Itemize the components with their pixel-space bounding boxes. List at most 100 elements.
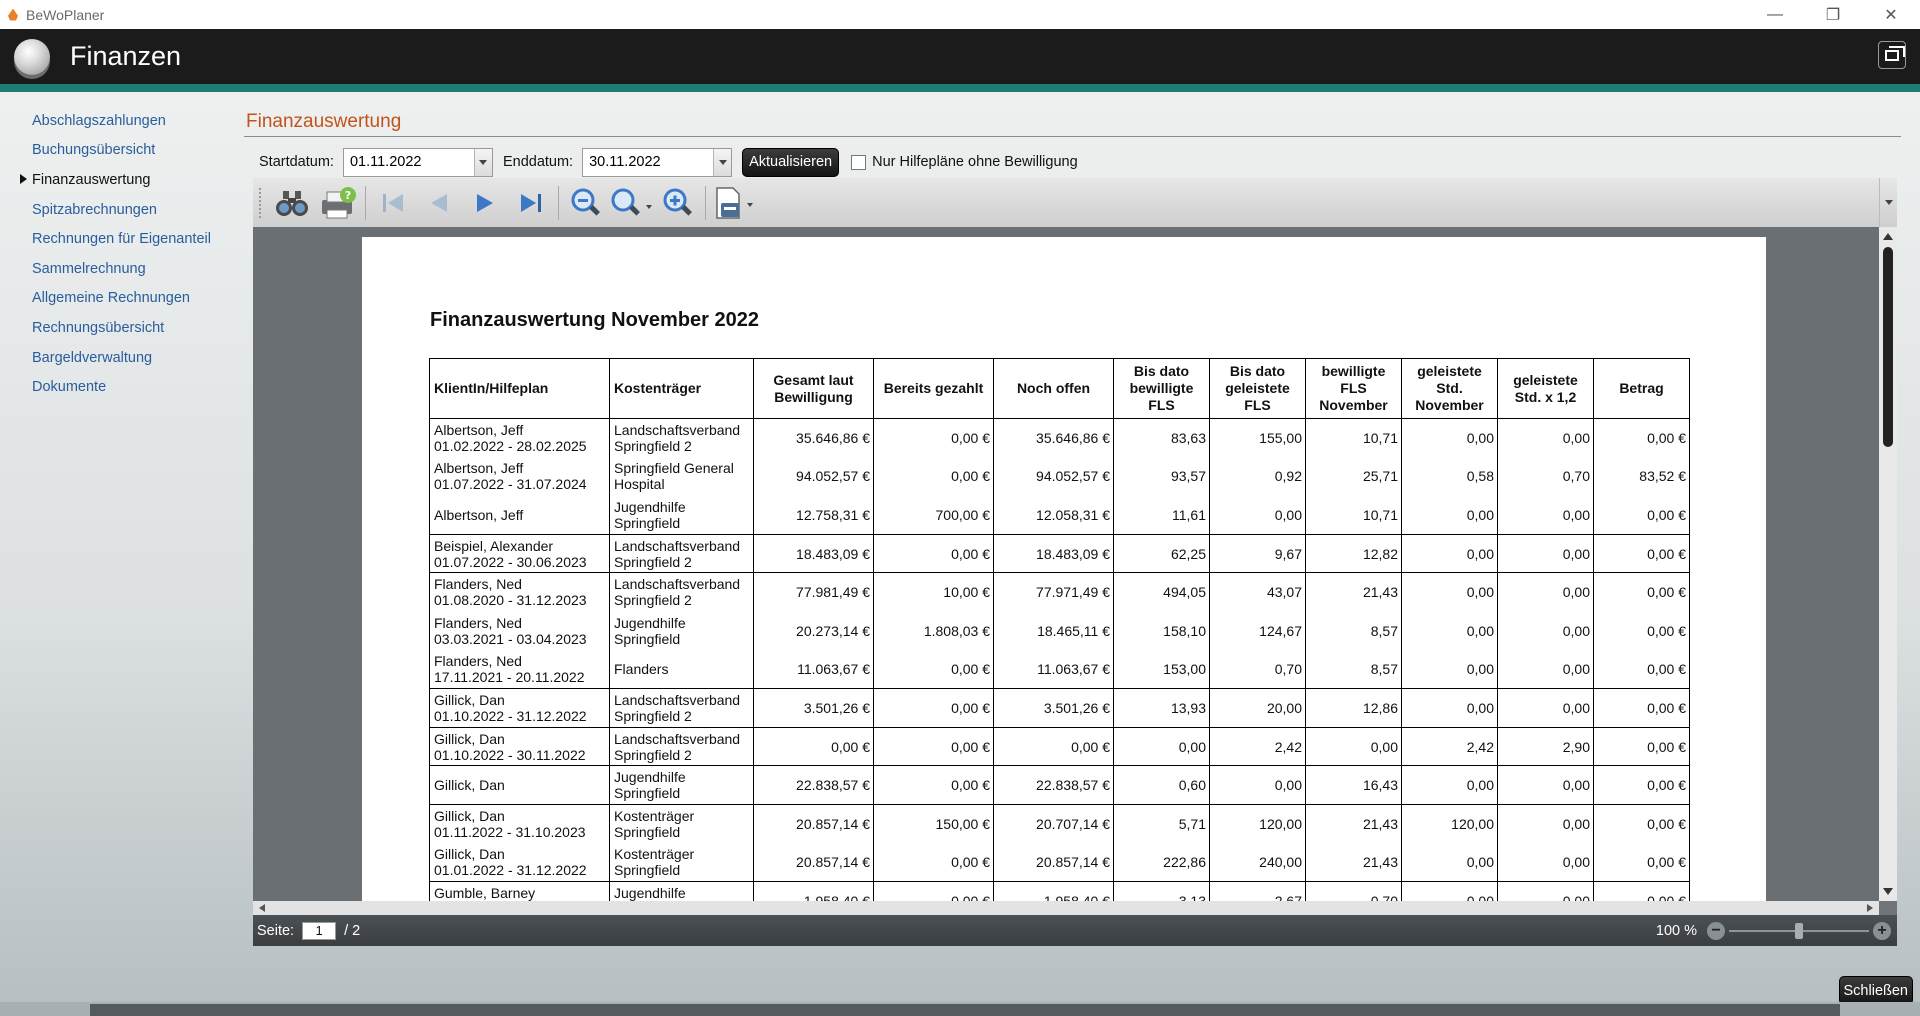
- window-restore-button[interactable]: [1878, 41, 1906, 69]
- table-row: Beispiel, Alexander 01.07.2022 - 30.06.20…: [429, 533, 1690, 573]
- client-cell: Flanders, Ned 03.03.2021 - 03.04.2023: [429, 611, 610, 651]
- sidebar-item[interactable]: Dokumente: [0, 372, 240, 402]
- scroll-right-icon[interactable]: [1867, 904, 1873, 912]
- scroll-up-icon[interactable]: [1883, 233, 1893, 240]
- sidebar-item[interactable]: Rechnungen für Eigenanteil: [0, 224, 240, 254]
- export-button[interactable]: [710, 183, 756, 223]
- close-button[interactable]: Schließen: [1838, 976, 1913, 1005]
- zoom-out-button[interactable]: [563, 183, 609, 223]
- table-body: Albertson, Jeff 01.02.2022 - 28.02.2025 La…: [429, 418, 1690, 901]
- value-cell: 93,57: [1113, 457, 1210, 496]
- end-date-picker[interactable]: [582, 147, 733, 177]
- value-cell: 0,00: [1401, 765, 1498, 805]
- sidebar-item[interactable]: Sammelrechnung: [0, 254, 240, 284]
- table-row: Flanders, Ned 03.03.2021 - 03.04.2023 Juge…: [429, 611, 1690, 651]
- vertical-scroll-thumb[interactable]: [1883, 247, 1893, 447]
- zoom-menu-button[interactable]: [609, 183, 655, 223]
- toolbar-separator: [705, 185, 706, 220]
- binoculars-icon: [276, 190, 308, 216]
- maximize-button[interactable]: ❐: [1804, 0, 1862, 29]
- refresh-button[interactable]: Aktualisieren: [742, 147, 840, 177]
- value-cell: 21,43: [1305, 843, 1402, 882]
- payer-cell: Kostenträger Springfield: [609, 803, 754, 844]
- client-name: Gillick, Dan: [434, 691, 505, 708]
- close-window-button[interactable]: ✕: [1862, 0, 1920, 29]
- client-cell: Albertson, Jeff 01.02.2022 - 28.02.2025: [429, 418, 610, 458]
- print-button[interactable]: ?: [315, 183, 361, 223]
- first-page-button[interactable]: [370, 183, 416, 223]
- toolbar-separator: [558, 185, 559, 220]
- last-page-icon: [521, 193, 541, 212]
- value-cell: 20,00: [1209, 688, 1306, 728]
- value-cell: 0,00 €: [873, 843, 994, 882]
- without-approval-checkbox[interactable]: [851, 154, 867, 170]
- value-cell: 12.758,31 €: [753, 495, 874, 535]
- payer-line: Jugendhilfe: [614, 885, 686, 901]
- table-row: Gumble, Barney01.06.2022 - 30.06.2023Jug…: [429, 881, 1690, 901]
- column-header: Gesamt laut Bewilligung: [753, 358, 874, 419]
- sidebar-item-label: Bargeldverwaltung: [32, 349, 153, 366]
- scroll-left-icon[interactable]: [259, 904, 265, 912]
- sidebar-item[interactable]: Spitzabrechnungen: [0, 195, 240, 225]
- value-cell: 158,10: [1113, 611, 1210, 651]
- client-cell: Flanders, Ned 17.11.2021 - 20.11.2022: [429, 650, 610, 689]
- value-cell: 0,00: [1497, 418, 1594, 458]
- next-page-button[interactable]: [462, 183, 508, 223]
- window-titlebar: BeWoPlaner — ❐ ✕: [0, 0, 1920, 29]
- sidebar-item[interactable]: Finanzauswertung: [0, 165, 240, 195]
- value-cell: 62,25: [1113, 533, 1210, 573]
- zoom-level: 100 %: [1655, 922, 1697, 939]
- end-date-input[interactable]: [583, 148, 714, 176]
- zoom-slider[interactable]: [1729, 922, 1869, 940]
- value-cell: 9,67: [1209, 533, 1306, 573]
- minimize-button[interactable]: —: [1746, 0, 1804, 29]
- sidebar-item[interactable]: Buchungsübersicht: [0, 136, 240, 166]
- zoom-minus-button[interactable]: −: [1707, 921, 1725, 940]
- sidebar-item[interactable]: Bargeldverwaltung: [0, 343, 240, 373]
- start-date-label: Startdatum:: [259, 154, 334, 170]
- previous-page-button[interactable]: [416, 183, 462, 223]
- zoom-in-button[interactable]: [655, 183, 701, 223]
- sidebar-item[interactable]: Allgemeine Rechnungen: [0, 284, 240, 314]
- value-cell: 2,67: [1209, 881, 1306, 901]
- sidebar-item[interactable]: Abschlagszahlungen: [0, 106, 240, 136]
- scroll-down-icon[interactable]: [1883, 888, 1893, 895]
- start-date-input[interactable]: [343, 148, 474, 176]
- payer-cell: Springfield General Hospital: [609, 457, 754, 496]
- value-cell: 0,00 €: [1593, 611, 1690, 651]
- start-date-dropdown-button[interactable]: [473, 148, 492, 176]
- toolbar-overflow-button[interactable]: [1879, 178, 1897, 227]
- sidebar-item[interactable]: Rechnungsübersicht: [0, 313, 240, 343]
- value-cell: 0,00: [1401, 533, 1498, 573]
- value-cell: 94.052,57 €: [993, 457, 1114, 496]
- chevron-down-icon: [1884, 200, 1893, 205]
- value-cell: 11.063,67 €: [753, 650, 874, 689]
- horizontal-scrollbar[interactable]: [253, 901, 1879, 915]
- start-date-picker[interactable]: [342, 147, 493, 177]
- vertical-scrollbar[interactable]: [1879, 227, 1897, 901]
- report-viewer: ? Finanzauswertung November 2022 KlientI…: [253, 178, 1897, 946]
- value-cell: 0,00: [1497, 611, 1594, 651]
- page-number-input[interactable]: [302, 921, 337, 940]
- value-cell: 0,00 €: [873, 533, 994, 573]
- client-cell: Albertson, Jeff: [429, 495, 610, 535]
- payer-line: Springfield 2: [614, 707, 692, 724]
- value-cell: 0,00: [1209, 765, 1306, 805]
- without-approval-label[interactable]: Nur Hilfepläne ohne Bewilligung: [872, 154, 1078, 170]
- column-header: Kostenträger: [609, 358, 754, 419]
- zoom-plus-button[interactable]: +: [1873, 921, 1891, 940]
- toolbar-grip[interactable]: [259, 187, 263, 218]
- search-button[interactable]: [269, 183, 315, 223]
- zoom-slider-handle[interactable]: [1795, 922, 1803, 939]
- last-page-button[interactable]: [508, 183, 554, 223]
- sidebar-item-label: Sammelrechnung: [32, 260, 146, 277]
- zoom-out-icon: [571, 188, 600, 216]
- value-cell: 0,00 €: [873, 457, 994, 496]
- client-name: Flanders, Ned: [434, 614, 522, 631]
- end-date-dropdown-button[interactable]: [713, 148, 732, 176]
- client-cell: Gillick, Dan 01.10.2022 - 30.11.2022: [429, 726, 610, 766]
- value-cell: 0,00: [1113, 726, 1210, 766]
- report-page: Finanzauswertung November 2022 KlientIn/…: [362, 237, 1766, 901]
- value-cell: 153,00: [1113, 650, 1210, 689]
- value-cell: 0,00 €: [873, 765, 994, 805]
